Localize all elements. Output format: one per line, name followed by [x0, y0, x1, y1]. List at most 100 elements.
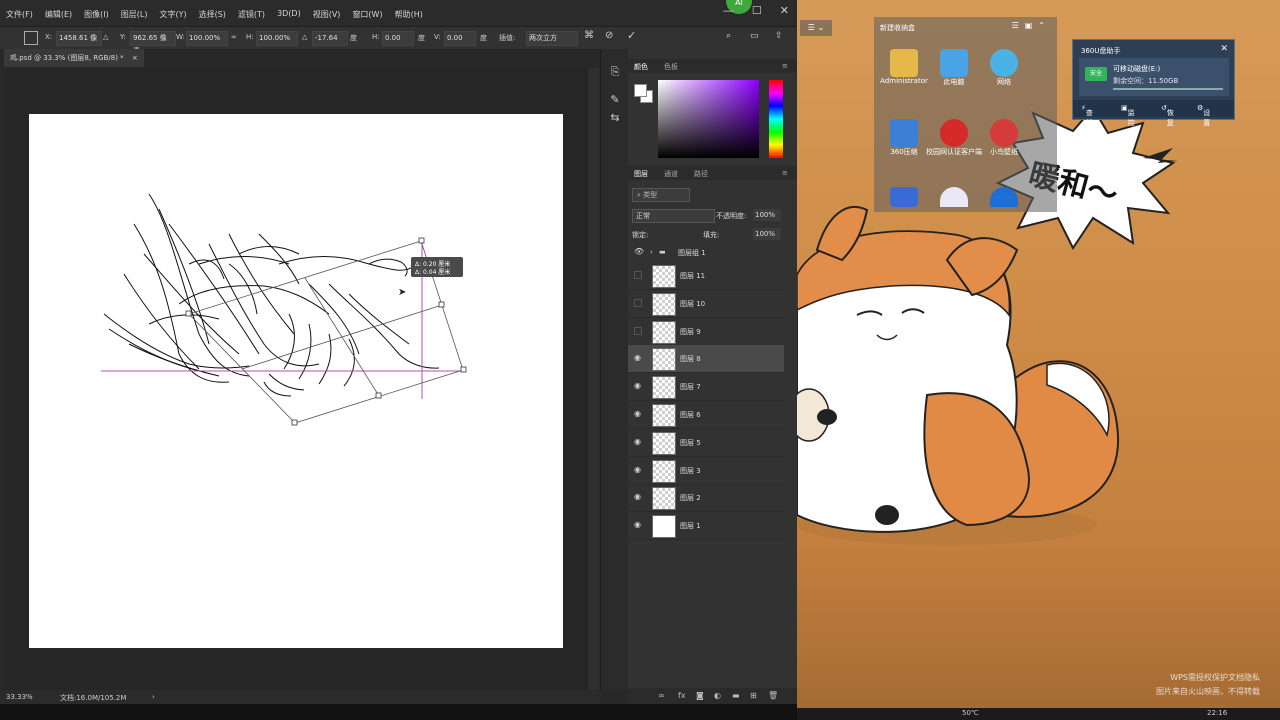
- reference-point-icon[interactable]: [24, 31, 38, 45]
- os-taskbar-right: 50℃ 22:16: [797, 708, 1280, 720]
- desktop-icon-row3-3[interactable]: [974, 187, 1034, 207]
- menu-edit[interactable]: 编辑(E): [45, 9, 72, 20]
- bird-sketch-artwork: [101, 193, 467, 426]
- share-icon[interactable]: ⇪: [775, 31, 783, 41]
- hidden-eye-slot-icon[interactable]: [634, 326, 642, 335]
- layer-row[interactable]: ◉ 图层 7: [628, 373, 784, 402]
- minimize-button[interactable]: —: [723, 4, 734, 17]
- adjustment-layer-icon[interactable]: ◐: [714, 691, 721, 700]
- color-panel-menu-icon[interactable]: ≡: [782, 62, 788, 70]
- document-canvas[interactable]: [29, 114, 563, 648]
- menu-file[interactable]: 文件(F): [6, 9, 33, 20]
- filter-search-icon: ⌕: [637, 191, 641, 199]
- x-field[interactable]: 1458.61 像: [56, 31, 102, 46]
- settings-button[interactable]: ⚙ 设置: [1197, 104, 1210, 127]
- layer-row[interactable]: ◉ 图层 1: [628, 512, 784, 541]
- document-tab[interactable]: 鸡.psd @ 33.3% (图层8, RGB/8) * ×: [4, 49, 144, 67]
- foreground-color-swatch[interactable]: [634, 84, 647, 97]
- interpolation-select[interactable]: 两次立方: [526, 31, 578, 46]
- vskew-field[interactable]: 0.00: [444, 31, 476, 46]
- scan-button[interactable]: ⚡ 查杀: [1081, 104, 1093, 127]
- menu-image[interactable]: 图像(I): [84, 9, 109, 20]
- eye-icon[interactable]: ◉: [634, 382, 644, 390]
- fence-controls[interactable]: ☰▣⌃: [1012, 21, 1051, 30]
- tab-layers[interactable]: 图层: [634, 169, 648, 179]
- eye-icon[interactable]: ◉: [634, 437, 644, 446]
- desktop-menu-icon[interactable]: ☰ ⌄: [800, 20, 832, 36]
- angle-field[interactable]: -17.64: [312, 31, 348, 46]
- fx-icon[interactable]: fx: [678, 691, 686, 700]
- layer-thumbnail: [652, 515, 676, 539]
- tab-swatches[interactable]: 色板: [664, 62, 678, 72]
- tab-color[interactable]: 颜色: [634, 62, 648, 72]
- menu-select[interactable]: 选择(S): [199, 9, 226, 20]
- cancel-transform-icon[interactable]: ⊘: [605, 30, 613, 41]
- menu-filter[interactable]: 滤镜(T): [238, 9, 265, 20]
- opacity-field[interactable]: 100%: [753, 209, 781, 221]
- link-layers-icon[interactable]: ∞: [658, 691, 665, 700]
- layer-row[interactable]: ◉ 图层 5: [628, 429, 784, 457]
- eye-icon[interactable]: ◉: [634, 521, 644, 529]
- layer-row[interactable]: ◉ 图层 2: [628, 484, 784, 513]
- layer-row[interactable]: ◉ 图层 3: [628, 457, 784, 485]
- safe-badge: 安全: [1085, 67, 1107, 81]
- fill-field[interactable]: 100%: [753, 228, 781, 240]
- document-tab-close-button[interactable]: ×: [132, 54, 138, 62]
- tab-channels[interactable]: 通道: [664, 169, 678, 179]
- hidden-eye-slot-icon[interactable]: [634, 271, 642, 279]
- layer-row[interactable]: 图层 9: [628, 318, 784, 346]
- desktop-icon-wallpaper[interactable]: 小鸟壁纸: [974, 119, 1034, 157]
- warp-icon[interactable]: ⌘: [584, 30, 594, 41]
- layer-group-row[interactable]: 👁 › ▬ 图层组 1: [628, 245, 784, 259]
- menu-layer[interactable]: 图层(L): [121, 9, 148, 20]
- adjustments-icon[interactable]: ⇆: [608, 111, 622, 125]
- link-icon[interactable]: ∞: [231, 33, 237, 41]
- maximize-button[interactable]: ☐: [752, 4, 762, 17]
- commit-transform-icon[interactable]: ✓: [627, 29, 636, 42]
- vertical-scrollbar[interactable]: [588, 68, 599, 690]
- search-icon[interactable]: ⌕: [726, 31, 731, 41]
- eye-icon[interactable]: 👁: [634, 247, 644, 256]
- menu-type[interactable]: 文字(Y): [159, 9, 186, 20]
- add-mask-icon[interactable]: ◙: [696, 691, 704, 700]
- chevron-right-icon[interactable]: ›: [650, 248, 653, 256]
- h-field[interactable]: 100.00%: [256, 31, 298, 46]
- w-field[interactable]: 100.00%: [186, 31, 228, 46]
- eye-icon[interactable]: ◉: [634, 465, 644, 474]
- workspace-icon[interactable]: ▭: [750, 31, 759, 41]
- layer-row[interactable]: 图层 10: [628, 290, 784, 318]
- hue-slider[interactable]: [769, 80, 783, 158]
- history-icon[interactable]: ⎘: [608, 65, 622, 79]
- layer-filter-select[interactable]: ⌕ 类型: [632, 188, 690, 202]
- delete-layer-icon[interactable]: 🗑: [768, 691, 778, 700]
- menu-view[interactable]: 视图(V): [313, 9, 341, 20]
- tab-paths[interactable]: 路径: [694, 169, 708, 179]
- assistant-close-button[interactable]: ✕: [1220, 44, 1228, 54]
- desktop-icon-network[interactable]: 网络: [974, 49, 1034, 87]
- layer-row[interactable]: ◉ 图层 6: [628, 401, 784, 429]
- blend-mode-select[interactable]: 正常: [632, 209, 715, 223]
- eye-icon[interactable]: ◉: [634, 354, 644, 362]
- zoom-level[interactable]: 33.33%: [6, 693, 33, 701]
- layers-panel-menu-icon[interactable]: ≡: [782, 169, 788, 177]
- menu-window[interactable]: 窗口(W): [352, 9, 382, 20]
- status-chevron-icon[interactable]: ›: [152, 693, 155, 701]
- new-layer-icon[interactable]: ⊞: [750, 691, 757, 700]
- close-button[interactable]: ✕: [780, 4, 789, 17]
- eye-icon[interactable]: ◉: [634, 493, 644, 501]
- menu-3d[interactable]: 3D(D): [277, 9, 301, 20]
- eye-icon[interactable]: ◉: [634, 410, 644, 418]
- layer-row[interactable]: 图层 11: [628, 262, 784, 290]
- delta-icon[interactable]: △: [103, 33, 108, 41]
- hskew-field[interactable]: 0.00: [382, 31, 414, 46]
- hidden-eye-slot-icon[interactable]: [634, 298, 642, 307]
- y-field[interactable]: 962.65 像素: [130, 31, 176, 55]
- taskbar-clock[interactable]: 22:16: [1207, 709, 1227, 717]
- layer-row[interactable]: ◉ 图层 8: [628, 345, 784, 374]
- restore-button[interactable]: ↺ 恢复: [1161, 104, 1174, 127]
- brush-icon[interactable]: ✎: [608, 93, 622, 107]
- new-group-icon[interactable]: ▬: [732, 691, 740, 700]
- color-picker-field[interactable]: [658, 80, 759, 158]
- menu-help[interactable]: 帮助(H): [395, 9, 423, 20]
- monitor-button[interactable]: ▣ 监控: [1121, 104, 1135, 127]
